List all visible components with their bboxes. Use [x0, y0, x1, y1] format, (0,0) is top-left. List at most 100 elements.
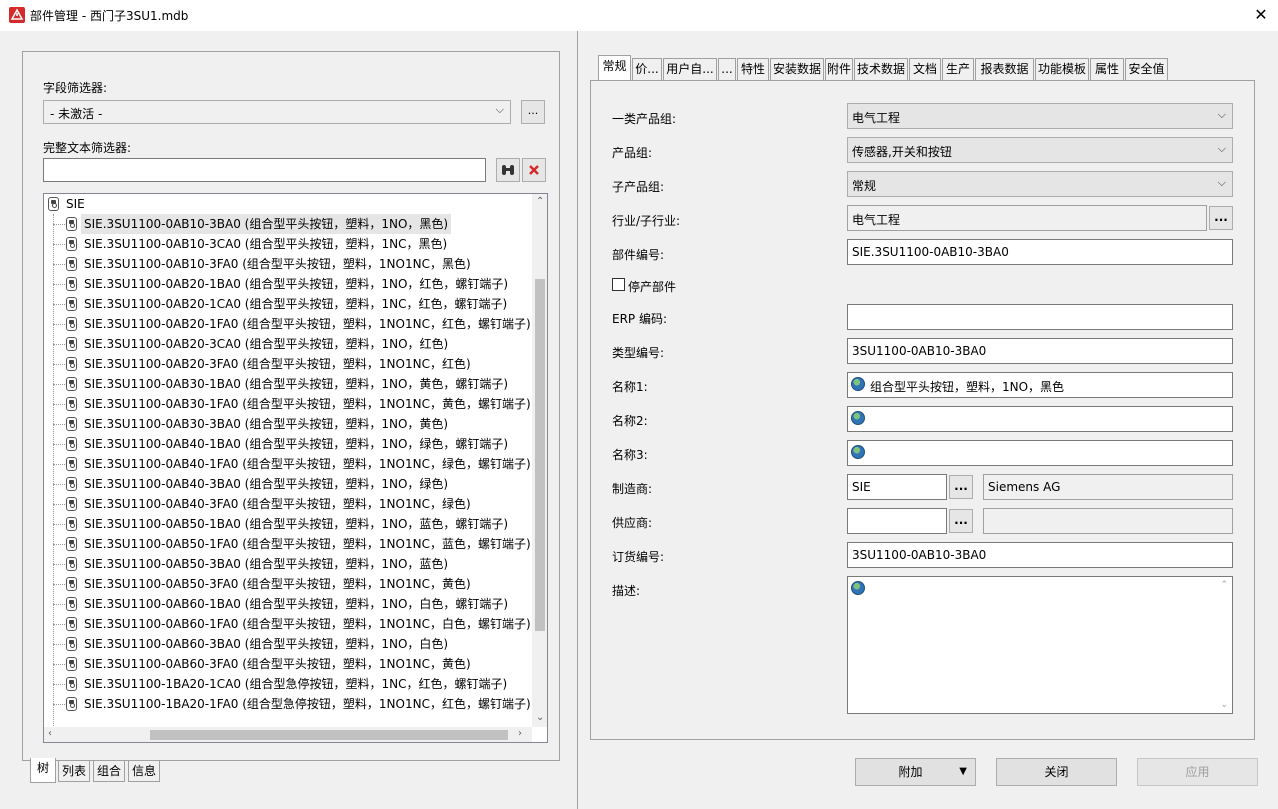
- manufacturer-name-value: Siemens AG: [988, 480, 1061, 494]
- tab-list[interactable]: 列表: [58, 760, 90, 782]
- tab-11[interactable]: 功能模板: [1035, 58, 1089, 81]
- tree-branch-line: [53, 524, 65, 525]
- text-filter-input[interactable]: [43, 158, 486, 182]
- part-icon: [66, 457, 77, 471]
- tree-node[interactable]: SIE.3SU1100-0AB20-1FA0 (组合型平头按钮，塑料，1NO1N…: [44, 314, 532, 334]
- tab-combination[interactable]: 组合: [93, 760, 125, 782]
- industry-browse-button[interactable]: ...: [1209, 206, 1233, 230]
- tree-node[interactable]: SIE.3SU1100-0AB60-1FA0 (组合型平头按钮，塑料，1NO1N…: [44, 614, 532, 634]
- tree-node[interactable]: SIE.3SU1100-0AB40-1BA0 (组合型平头按钮，塑料，1NO，绿…: [44, 434, 532, 454]
- name1-field[interactable]: 组合型平头按钮，塑料，1NO，黑色: [847, 372, 1233, 398]
- product-group-1-select[interactable]: 电气工程 ⌵: [847, 103, 1233, 129]
- tree-branch-line: [53, 624, 65, 625]
- supplier-browse-button[interactable]: ...: [949, 509, 973, 533]
- part-icon: [66, 477, 77, 491]
- close-window-button[interactable]: ✕: [1250, 4, 1272, 26]
- tab-13[interactable]: 安全值: [1125, 58, 1168, 81]
- tree-vertical-scrollbar[interactable]: ⌃ ⌄: [532, 194, 547, 727]
- field-filter-more-button[interactable]: ...: [521, 100, 545, 124]
- tree-node[interactable]: SIE.3SU1100-0AB20-1BA0 (组合型平头按钮，塑料，1NO，红…: [44, 274, 532, 294]
- window-title: 部件管理 - 西门子3SU1.mdb: [30, 9, 189, 23]
- add-button[interactable]: 附加 ▼: [855, 758, 976, 786]
- part-number-field[interactable]: SIE.3SU1100-0AB10-3BA0: [847, 239, 1233, 265]
- tree-node[interactable]: SIE.3SU1100-0AB20-3CA0 (组合型平头按钮，塑料，1NO，红…: [44, 334, 532, 354]
- scroll-right-arrow-icon[interactable]: ›: [518, 728, 522, 739]
- manufacturer-browse-button[interactable]: ...: [949, 475, 973, 499]
- tree-node[interactable]: SIE.3SU1100-0AB50-1BA0 (组合型平头按钮，塑料，1NO，蓝…: [44, 514, 532, 534]
- tree-node-label: SIE.3SU1100-0AB40-1FA0 (组合型平头按钮，塑料，1NO1N…: [84, 457, 531, 471]
- tab-6[interactable]: 附件: [825, 58, 853, 81]
- tab-1[interactable]: 价...: [632, 58, 662, 81]
- tree-node[interactable]: SIE.3SU1100-0AB50-3BA0 (组合型平头按钮，塑料，1NO，蓝…: [44, 554, 532, 574]
- tree-node[interactable]: SIE.3SU1100-0AB60-3BA0 (组合型平头按钮，塑料，1NO，白…: [44, 634, 532, 654]
- tree-node[interactable]: SIE.3SU1100-0AB30-1FA0 (组合型平头按钮，塑料，1NO1N…: [44, 394, 532, 414]
- tree-node[interactable]: SIE.3SU1100-0AB10-3BA0 (组合型平头按钮，塑料，1NO，黑…: [44, 214, 532, 234]
- tree-vertical-scroll-thumb[interactable]: [535, 279, 545, 631]
- tab-5[interactable]: 安装数据: [770, 58, 824, 81]
- tab-0[interactable]: 常规: [598, 55, 631, 82]
- tab-4[interactable]: 特性: [737, 58, 769, 81]
- globe-icon[interactable]: [851, 377, 865, 391]
- tree-node[interactable]: SIE.3SU1100-0AB40-3BA0 (组合型平头按钮，塑料，1NO，绿…: [44, 474, 532, 494]
- product-group-select[interactable]: 传感器,开关和按钮 ⌵: [847, 137, 1233, 163]
- chevron-down-icon: ⌵: [1217, 108, 1226, 121]
- globe-icon[interactable]: [851, 445, 865, 459]
- tree-node[interactable]: SIE.3SU1100-0AB50-1FA0 (组合型平头按钮，塑料，1NO1N…: [44, 534, 532, 554]
- close-button[interactable]: 关闭: [996, 758, 1117, 786]
- tree-branch-line: [53, 464, 65, 465]
- tree-node[interactable]: SIE.3SU1100-0AB40-3FA0 (组合型平头按钮，塑料，1NO1N…: [44, 494, 532, 514]
- sub-product-group-select[interactable]: 常规 ⌵: [847, 171, 1233, 197]
- tree-node[interactable]: SIE.3SU1100-0AB10-3FA0 (组合型平头按钮，塑料，1NO1N…: [44, 254, 532, 274]
- tree-root-node[interactable]: SIE: [44, 194, 532, 214]
- tab-3[interactable]: ...: [718, 58, 736, 81]
- tab-2[interactable]: 用户自...: [663, 58, 717, 81]
- parts-tree[interactable]: SIE SIE.3SU1100-0AB10-3BA0 (组合型平头按钮，塑料，1…: [43, 193, 548, 743]
- name3-field[interactable]: [847, 440, 1233, 466]
- splitter[interactable]: [577, 31, 578, 809]
- tree-horizontal-scrollbar[interactable]: ‹ ›: [44, 727, 532, 742]
- supplier-code-field[interactable]: [847, 508, 947, 534]
- tab-8[interactable]: 文档: [909, 58, 941, 81]
- order-number-field[interactable]: 3SU1100-0AB10-3BA0: [847, 542, 1233, 568]
- field-filter-select[interactable]: - 未激活 - ⌵: [43, 100, 511, 124]
- binoculars-search-button[interactable]: [496, 158, 520, 182]
- tab-9[interactable]: 生产: [942, 58, 974, 81]
- scroll-down-arrow-icon[interactable]: ⌄: [536, 712, 544, 723]
- manufacturer-code-field[interactable]: SIE: [847, 474, 947, 500]
- scroll-up-arrow-icon[interactable]: ⌃: [536, 196, 544, 207]
- tab-info[interactable]: 信息: [128, 760, 160, 782]
- tab-tree[interactable]: 树: [30, 758, 56, 783]
- name2-field[interactable]: [847, 406, 1233, 432]
- tree-node[interactable]: SIE.3SU1100-0AB40-1FA0 (组合型平头按钮，塑料，1NO1N…: [44, 454, 532, 474]
- description-field[interactable]: ⌃ ⌄: [847, 576, 1233, 714]
- type-number-field[interactable]: 3SU1100-0AB10-3BA0: [847, 338, 1233, 364]
- tree-node[interactable]: SIE.3SU1100-0AB30-3BA0 (组合型平头按钮，塑料，1NO，黄…: [44, 414, 532, 434]
- tree-node[interactable]: SIE.3SU1100-0AB60-3FA0 (组合型平头按钮，塑料，1NO1N…: [44, 654, 532, 674]
- tree-node[interactable]: SIE.3SU1100-0AB30-1BA0 (组合型平头按钮，塑料，1NO，黄…: [44, 374, 532, 394]
- name1-value: 组合型平头按钮，塑料，1NO，黑色: [870, 380, 1065, 394]
- tree-node-label: SIE.3SU1100-0AB40-1BA0 (组合型平头按钮，塑料，1NO，绿…: [84, 437, 509, 451]
- globe-icon[interactable]: [851, 581, 865, 595]
- tree-node[interactable]: SIE.3SU1100-0AB10-3CA0 (组合型平头按钮，塑料，1NC，黑…: [44, 234, 532, 254]
- clear-filter-button[interactable]: [522, 158, 546, 182]
- tab-7[interactable]: 技术数据: [854, 58, 908, 81]
- globe-icon[interactable]: [851, 411, 865, 425]
- scroll-left-arrow-icon[interactable]: ‹: [48, 728, 52, 739]
- tree-branch-line: [53, 664, 65, 665]
- tree-node[interactable]: SIE.3SU1100-0AB50-3FA0 (组合型平头按钮，塑料，1NO1N…: [44, 574, 532, 594]
- tree-horizontal-scroll-thumb[interactable]: [150, 730, 508, 740]
- scroll-up-arrow-icon[interactable]: ⌃: [1220, 580, 1228, 590]
- apply-button[interactable]: 应用: [1137, 758, 1258, 786]
- erp-code-field[interactable]: [847, 304, 1233, 330]
- tab-10[interactable]: 报表数据: [975, 58, 1034, 81]
- tree-node[interactable]: SIE.3SU1100-1BA20-1CA0 (组合型急停按钮，塑料，1NC，红…: [44, 674, 532, 694]
- tree-node[interactable]: SIE.3SU1100-0AB60-1BA0 (组合型平头按钮，塑料，1NO，白…: [44, 594, 532, 614]
- tree-node[interactable]: SIE.3SU1100-1BA20-1FA0 (组合型急停按钮，塑料，1NO1N…: [44, 694, 532, 714]
- tree-node[interactable]: SIE.3SU1100-0AB20-1CA0 (组合型平头按钮，塑料，1NC，红…: [44, 294, 532, 314]
- tree-node-label: SIE.3SU1100-0AB10-3BA0 (组合型平头按钮，塑料，1NO，黑…: [81, 214, 452, 234]
- discontinued-checkbox[interactable]: [612, 278, 625, 291]
- tab-12[interactable]: 属性: [1090, 58, 1124, 81]
- supplier-label: 供应商:: [612, 516, 653, 530]
- tree-node[interactable]: SIE.3SU1100-0AB20-3FA0 (组合型平头按钮，塑料，1NO1N…: [44, 354, 532, 374]
- scroll-down-arrow-icon[interactable]: ⌄: [1220, 700, 1228, 710]
